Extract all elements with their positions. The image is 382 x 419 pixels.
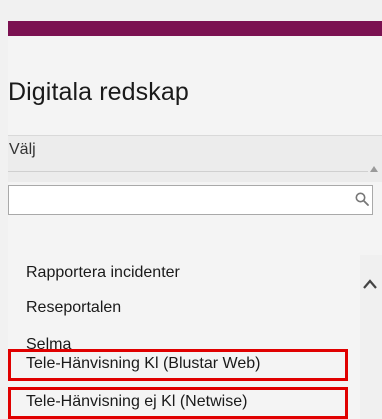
list-item-label: Tele-Hänvisning ej Kl (Netwise) <box>26 393 248 410</box>
brand-bar <box>8 21 382 36</box>
search-icon[interactable] <box>355 192 369 206</box>
page-title: Digitala redskap <box>8 78 189 106</box>
list-item-reseportalen[interactable]: Reseportalen <box>8 293 121 323</box>
list-item-label: Rapportera incidenter <box>26 264 180 281</box>
list-item-rapportera-incidenter[interactable]: Rapportera incidenter <box>8 258 180 288</box>
select-header[interactable] <box>8 136 382 182</box>
triangle-up-icon[interactable] <box>370 166 378 172</box>
list-item-tele-hanvisning-ej-kl[interactable]: Tele-Hänvisning ej Kl (Netwise) <box>8 387 348 419</box>
select-header-divider <box>8 171 368 172</box>
list-item-label: Reseportalen <box>26 299 122 316</box>
select-label[interactable]: Välj <box>9 141 36 159</box>
search-input[interactable] <box>8 185 373 215</box>
list-item-tele-hanvisning-kl[interactable]: Tele-Hänvisning Kl (Blustar Web) <box>8 349 348 381</box>
list-item-label: Tele-Hänvisning Kl (Blustar Web) <box>26 355 261 372</box>
chevron-up-icon[interactable] <box>362 278 378 290</box>
